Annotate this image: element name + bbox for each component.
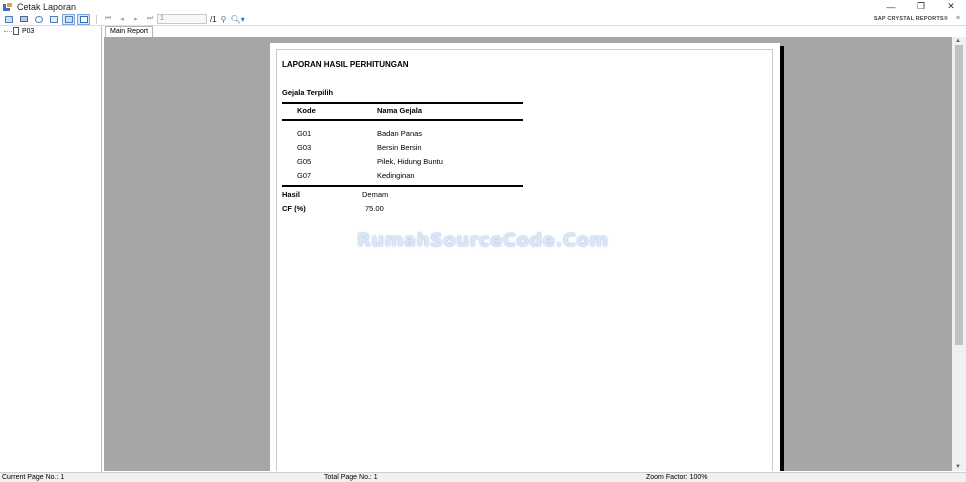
refresh-button[interactable] xyxy=(32,14,45,25)
cf-value: 75.00 xyxy=(365,204,384,213)
export-icon xyxy=(4,15,13,23)
row-kode: G05 xyxy=(297,157,312,166)
minimize-button[interactable]: — xyxy=(876,0,906,13)
report-page: LAPORAN HASIL PERHITUNGAN Gejala Terpili… xyxy=(270,43,780,471)
row-nama: Pilek, Hidung Buntu xyxy=(377,157,443,166)
scrollbar-thumb[interactable] xyxy=(955,45,963,345)
page-margin-border xyxy=(276,49,773,471)
next-page-button[interactable]: ▸ xyxy=(129,15,143,23)
copy-button[interactable] xyxy=(47,14,60,25)
row-kode: G03 xyxy=(297,143,312,152)
vertical-scrollbar[interactable]: ▲ ▼ xyxy=(952,37,966,471)
row-kode: G07 xyxy=(297,171,312,180)
tab-main-report[interactable]: Main Report xyxy=(105,26,154,37)
parameter-panel-icon xyxy=(64,15,73,23)
first-page-button[interactable]: ⏮ xyxy=(101,15,115,23)
hasil-value: Demam xyxy=(362,190,389,199)
app-icon xyxy=(3,2,13,11)
scroll-down-icon[interactable]: ▼ xyxy=(955,464,961,470)
row-nama: Badan Panas xyxy=(377,129,423,138)
cf-label: CF (%) xyxy=(282,204,306,213)
table-top-rule xyxy=(282,102,523,104)
status-bar: Current Page No.: 1 Total Page No.: 1 Zo… xyxy=(0,472,966,482)
table-bottom-rule xyxy=(282,185,523,187)
window-title: Cetak Laporan xyxy=(17,1,77,12)
scroll-up-icon[interactable]: ▲ xyxy=(955,38,961,44)
row-nama: Bersin Bersin xyxy=(377,143,422,152)
restore-button[interactable]: ❐ xyxy=(906,0,936,13)
group-tree-panel: P03 xyxy=(0,26,102,472)
table-header-rule xyxy=(282,119,523,121)
print-button[interactable] xyxy=(17,14,30,25)
tree-connector xyxy=(4,30,12,32)
document-icon xyxy=(13,27,19,35)
page-number-input[interactable]: 1 xyxy=(157,14,207,24)
title-bar: Cetak Laporan — ❐ ✕ xyxy=(0,0,966,13)
table-row: G03 Bersin Bersin xyxy=(270,143,670,153)
find-text-icon[interactable]: ⚲ xyxy=(221,15,227,24)
report-tab-strip: Main Report xyxy=(103,26,966,37)
column-header-nama: Nama Gejala xyxy=(377,106,423,115)
table-row: G07 Kedinginan xyxy=(270,171,670,181)
total-page-status: Total Page No.: 1 xyxy=(324,474,378,481)
section-title: Gejala Terpilih xyxy=(282,88,334,97)
row-kode: G01 xyxy=(297,129,312,138)
tree-item-p03[interactable]: P03 xyxy=(4,27,34,35)
sap-brand-label: SAP CRYSTAL REPORTS® xyxy=(873,16,948,22)
toolbar-separator xyxy=(96,14,97,24)
hasil-label: Hasil xyxy=(282,190,300,199)
zoom-status: Zoom Factor: 100% xyxy=(646,474,708,481)
page-total-label: /1 xyxy=(210,14,217,24)
report-title: LAPORAN HASIL PERHITUNGAN xyxy=(282,60,409,69)
table-row: G05 Pilek, Hidung Buntu xyxy=(270,157,670,167)
copy-icon xyxy=(49,15,58,23)
window-controls: — ❐ ✕ xyxy=(876,0,966,13)
zoom-icon[interactable]: 🔍︎▾ xyxy=(231,15,245,24)
column-header-kode: Kode xyxy=(297,106,316,115)
close-button[interactable]: ✕ xyxy=(936,0,966,13)
page-shadow xyxy=(780,46,784,471)
refresh-icon xyxy=(34,15,43,23)
export-button[interactable] xyxy=(2,14,15,25)
brand-menu-icon[interactable]: ≡ xyxy=(956,15,960,22)
row-nama: Kedinginan xyxy=(377,171,415,180)
tree-item-label: P03 xyxy=(22,27,35,35)
previous-page-button[interactable]: ◂ xyxy=(115,15,129,23)
group-tree-icon xyxy=(79,15,88,23)
last-page-button[interactable]: ⏭ xyxy=(143,15,157,23)
watermark: RumahSourceCode.Com xyxy=(357,230,609,251)
report-toolbar: ⏮ ◂ ▸ ⏭ 1 /1 ⚲ 🔍︎▾ SAP CRYSTAL REPORTS® … xyxy=(0,13,966,26)
toggle-parameter-panel-button[interactable] xyxy=(62,13,75,25)
print-icon xyxy=(19,16,28,22)
toggle-group-tree-button[interactable] xyxy=(77,13,90,25)
report-viewer[interactable]: LAPORAN HASIL PERHITUNGAN Gejala Terpili… xyxy=(104,37,952,471)
table-row: G01 Badan Panas xyxy=(270,129,670,139)
current-page-status: Current Page No.: 1 xyxy=(2,474,65,481)
